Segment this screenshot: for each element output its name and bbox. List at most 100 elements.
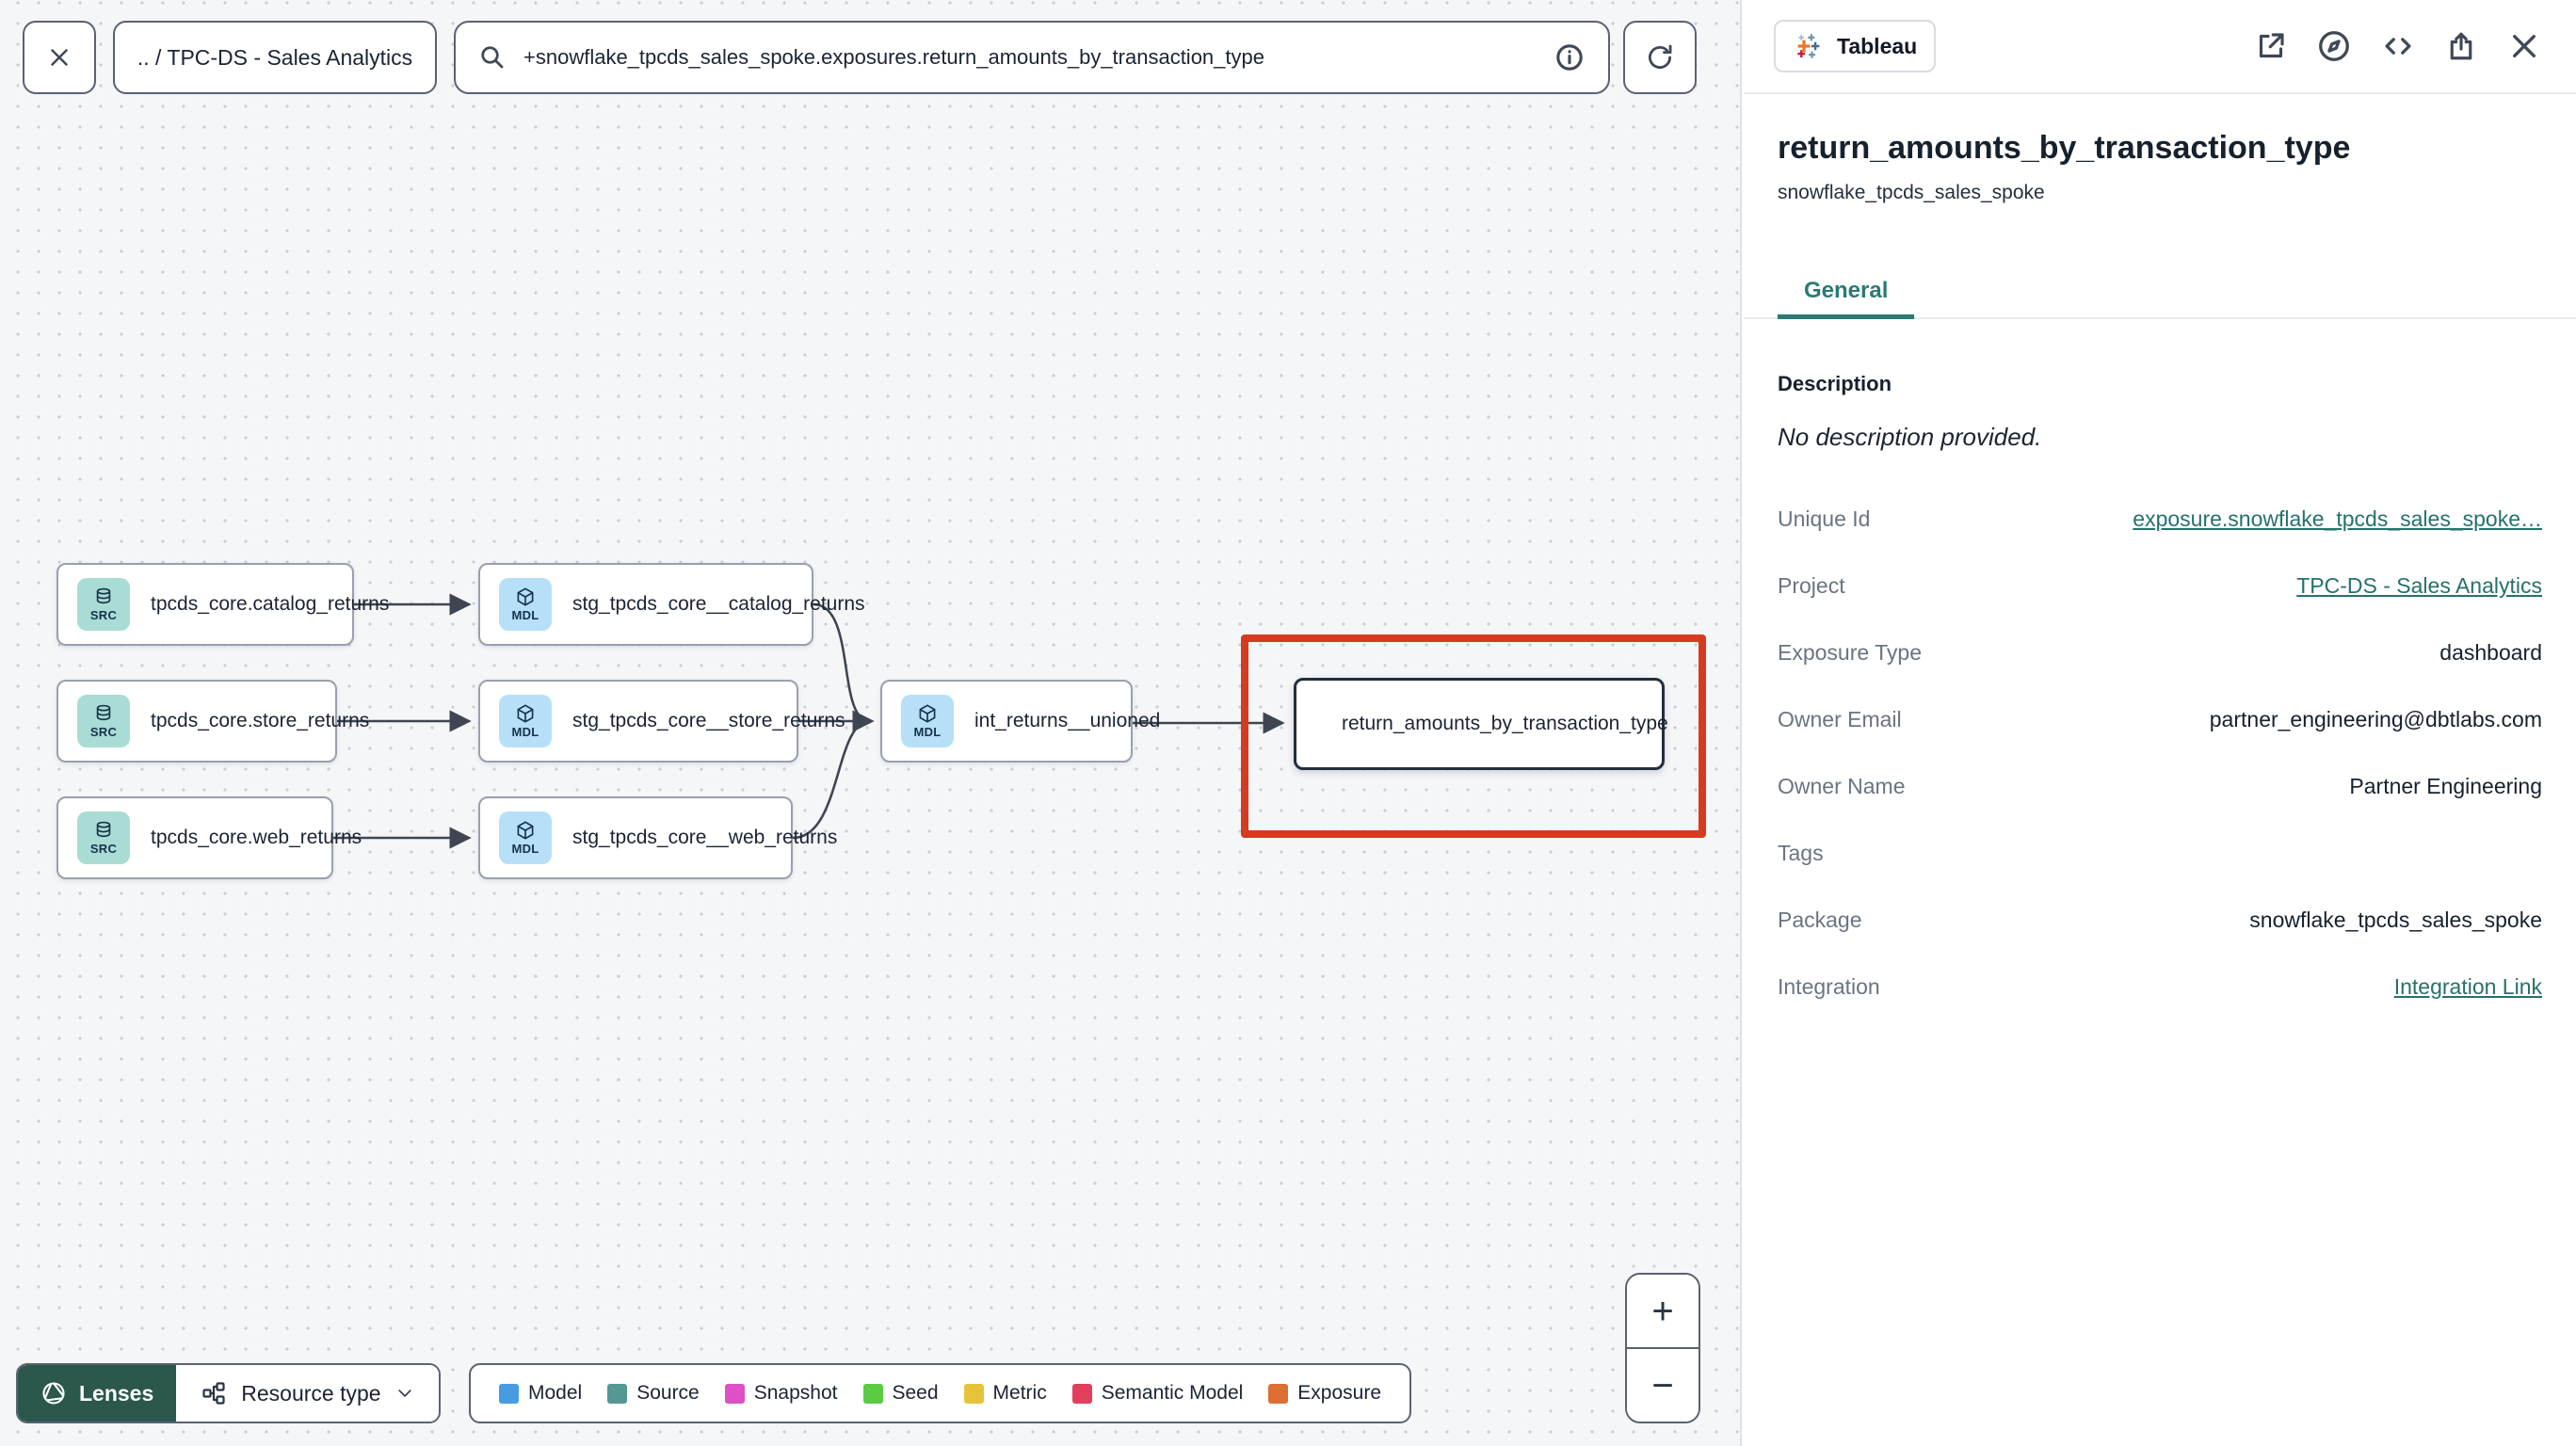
graph-node-int-returns-unioned[interactable]: MDL int_returns__unioned bbox=[880, 680, 1160, 763]
panel-tabs: General bbox=[1744, 263, 2576, 319]
graph-node-source-web-returns[interactable]: SRC tpcds_core.web_returns bbox=[56, 796, 362, 879]
tableau-badge-label: Tableau bbox=[1837, 33, 1918, 58]
seed-swatch bbox=[862, 1383, 883, 1404]
details-panel: Tableau return_amounts_by_transaction_ty… bbox=[1744, 0, 2576, 1446]
breadcrumb-label: .. / TPC-DS - Sales Analytics bbox=[137, 44, 413, 70]
tab-general[interactable]: General bbox=[1778, 263, 1915, 319]
badge-label: MDL bbox=[913, 725, 942, 739]
graph-node-stg-store-returns[interactable]: MDL stg_tpcds_core__store_returns bbox=[478, 680, 845, 763]
lenses-toolbar: Lenses Resource type bbox=[16, 1363, 441, 1423]
legend-item-seed: Seed bbox=[862, 1382, 939, 1405]
semantic-model-swatch bbox=[1071, 1383, 1092, 1404]
cube-icon bbox=[517, 821, 534, 840]
metric-swatch bbox=[963, 1383, 984, 1404]
project-link[interactable]: TPC-DS - Sales Analytics bbox=[2296, 573, 2542, 599]
resource-type-legend: Model Source Snapshot Seed Metric Semant… bbox=[469, 1363, 1412, 1423]
cube-icon bbox=[517, 587, 534, 606]
resource-type-label: Resource type bbox=[241, 1380, 381, 1406]
description-heading: Description bbox=[1778, 372, 1892, 395]
legend-item-exposure: Exposure bbox=[1268, 1382, 1381, 1405]
node-label: tpcds_core.store_returns bbox=[151, 710, 370, 731]
node-label: stg_tpcds_core__web_returns bbox=[572, 827, 838, 848]
model-badge: MDL bbox=[901, 695, 954, 747]
badge-label: SRC bbox=[89, 608, 118, 622]
graph-node-exposure-return-amounts[interactable]: return_amounts_by_transaction_type bbox=[1294, 678, 1668, 770]
resource-type-dropdown[interactable]: Resource type bbox=[176, 1365, 439, 1422]
search-icon bbox=[481, 46, 504, 69]
share-icon[interactable] bbox=[2444, 29, 2478, 63]
graph-node-source-store-returns[interactable]: SRC tpcds_core.store_returns bbox=[56, 680, 369, 763]
panel-header: Tableau bbox=[1744, 0, 2576, 94]
badge-label: SRC bbox=[89, 725, 118, 739]
lenses-button[interactable]: Lenses bbox=[18, 1365, 177, 1422]
tableau-badge[interactable]: Tableau bbox=[1774, 20, 1937, 72]
close-panel-icon[interactable] bbox=[2506, 28, 2542, 64]
database-icon bbox=[96, 704, 111, 721]
cube-icon bbox=[919, 704, 936, 723]
code-icon[interactable] bbox=[2380, 28, 2416, 64]
source-badge: SRC bbox=[77, 578, 130, 631]
graph-node-source-catalog-returns[interactable]: SRC tpcds_core.catalog_returns bbox=[56, 563, 389, 646]
cube-icon bbox=[517, 704, 534, 723]
detail-rows: Unique Id exposure.snowflake_tpcds_sales… bbox=[1778, 486, 2542, 1020]
lineage-search[interactable]: +snowflake_tpcds_sales_spoke.exposures.r… bbox=[454, 21, 1610, 94]
exposure-swatch bbox=[1268, 1383, 1289, 1404]
database-icon bbox=[96, 821, 111, 838]
node-label: stg_tpcds_core__store_returns bbox=[572, 710, 845, 731]
row-owner-email: Owner Email partner_engineering@dbtlabs.… bbox=[1778, 707, 2542, 731]
snapshot-swatch bbox=[724, 1383, 745, 1404]
node-label: int_returns__unioned bbox=[974, 710, 1161, 731]
legend-item-source: Source bbox=[607, 1382, 700, 1405]
row-unique-id: Unique Id exposure.snowflake_tpcds_sales… bbox=[1778, 506, 2542, 532]
source-badge: SRC bbox=[77, 695, 130, 747]
close-lineage-button[interactable] bbox=[23, 21, 96, 94]
graph-node-stg-catalog-returns[interactable]: MDL stg_tpcds_core__catalog_returns bbox=[478, 563, 865, 646]
row-owner-name: Owner Name Partner Engineering bbox=[1778, 774, 2542, 798]
badge-label: MDL bbox=[511, 725, 539, 739]
badge-label: MDL bbox=[511, 608, 539, 622]
dbt-explorer-lineage-app: .. / TPC-DS - Sales Analytics +snowflake… bbox=[0, 0, 2576, 1446]
graph-node-stg-web-returns[interactable]: MDL stg_tpcds_core__web_returns bbox=[478, 796, 837, 879]
row-tags: Tags bbox=[1778, 841, 1824, 865]
exposure-type-value: dashboard bbox=[2439, 640, 2542, 665]
external-link-icon[interactable] bbox=[2254, 29, 2288, 63]
row-package: Package snowflake_tpcds_sales_spoke bbox=[1778, 908, 2542, 932]
source-swatch bbox=[607, 1383, 628, 1404]
integration-link[interactable]: Integration Link bbox=[2394, 974, 2542, 1000]
chevron-down-icon bbox=[397, 1390, 411, 1397]
zoom-in-button[interactable]: + bbox=[1627, 1275, 1699, 1349]
row-integration: Integration Integration Link bbox=[1778, 974, 2542, 1000]
panel-actions bbox=[2254, 28, 2542, 64]
legend-item-snapshot: Snapshot bbox=[724, 1382, 838, 1405]
package-subtitle: snowflake_tpcds_sales_spoke bbox=[1778, 182, 2045, 203]
node-label: return_amounts_by_transaction_type bbox=[1342, 713, 1668, 734]
model-badge: MDL bbox=[499, 811, 552, 864]
search-input[interactable]: +snowflake_tpcds_sales_spoke.exposures.r… bbox=[523, 45, 1537, 70]
description-empty-text: No description provided. bbox=[1778, 423, 2042, 451]
legend-item-metric: Metric bbox=[963, 1382, 1047, 1405]
database-icon bbox=[96, 587, 111, 604]
legend-item-model: Model bbox=[499, 1382, 582, 1405]
active-tab-underline bbox=[1778, 314, 1915, 319]
unique-id-link[interactable]: exposure.snowflake_tpcds_sales_spoke… bbox=[2133, 506, 2542, 532]
row-exposure-type: Exposure Type dashboard bbox=[1778, 640, 2542, 665]
aperture-icon bbox=[42, 1382, 65, 1405]
info-icon[interactable] bbox=[1554, 41, 1586, 73]
tableau-icon bbox=[1797, 34, 1820, 58]
hierarchy-icon bbox=[202, 1382, 225, 1405]
source-badge: SRC bbox=[77, 811, 130, 864]
lenses-label: Lenses bbox=[79, 1380, 154, 1406]
package-value: snowflake_tpcds_sales_spoke bbox=[2249, 908, 2542, 932]
lineage-canvas[interactable]: .. / TPC-DS - Sales Analytics +snowflake… bbox=[0, 0, 1742, 1446]
badge-label: MDL bbox=[511, 842, 539, 856]
badge-label: SRC bbox=[89, 842, 118, 856]
page-title: return_amounts_by_transaction_type bbox=[1778, 130, 2351, 166]
compass-icon[interactable] bbox=[2316, 28, 2352, 64]
legend-item-semantic-model: Semantic Model bbox=[1071, 1382, 1243, 1405]
zoom-out-button[interactable]: − bbox=[1627, 1349, 1699, 1422]
row-project: Project TPC-DS - Sales Analytics bbox=[1778, 573, 2542, 599]
refresh-lineage-button[interactable] bbox=[1623, 21, 1697, 94]
panel-body: Description No description provided. Uni… bbox=[1744, 372, 2576, 1020]
close-icon bbox=[51, 49, 68, 66]
breadcrumb[interactable]: .. / TPC-DS - Sales Analytics bbox=[113, 21, 437, 94]
